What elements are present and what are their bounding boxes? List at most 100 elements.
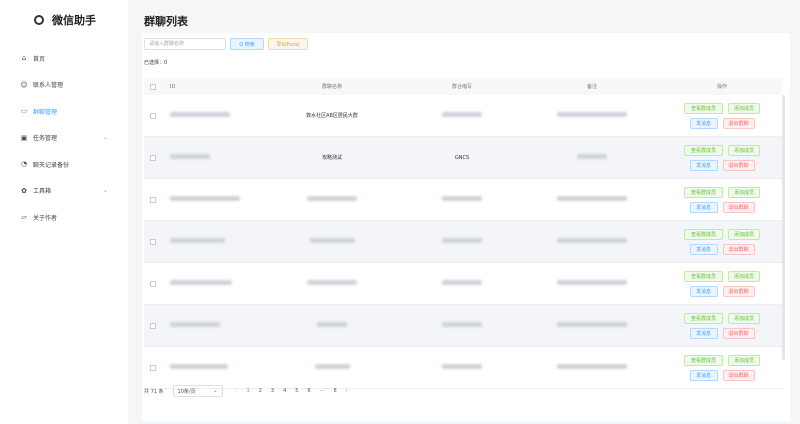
group-id-blurred — [170, 154, 210, 159]
quit-group-button[interactable]: 退出群聊 — [722, 159, 755, 171]
sidebar-item-5[interactable]: ✿ 工具箱 ⌄ — [20, 178, 112, 205]
sidebar-item-label: 聊天记录备份 — [33, 161, 70, 169]
table-row: 数水社区AB区居民大群 查看群成员 添加成员 发消息 退出群聊 — [144, 95, 782, 137]
sidebar-item-0[interactable]: ⌂ 首页 — [20, 45, 112, 72]
next-page-button[interactable]: › — [346, 388, 348, 394]
group-id-blurred — [170, 280, 232, 285]
send-message-button[interactable]: 发消息 — [689, 159, 718, 171]
page-1[interactable]: 2 — [259, 388, 262, 394]
chevron-down-icon: ⌄ — [213, 388, 218, 394]
add-member-button[interactable]: 添加成员 — [728, 144, 760, 156]
content-panel: 请输入群聊名称 Q 搜索 导出Excel 已选择：0 ID 群聊名称 群合缩写 … — [142, 33, 790, 421]
group-id-blurred — [170, 238, 225, 243]
remark-blurred — [557, 196, 627, 201]
page-3[interactable]: 4 — [283, 388, 286, 394]
page-7[interactable]: 8 — [333, 388, 336, 394]
table-scrollbar[interactable] — [782, 95, 785, 360]
header-abbr: 群合缩写 — [451, 84, 472, 90]
gear-icon: ✿ — [21, 186, 27, 195]
header-actions: 操作 — [716, 84, 727, 90]
sidebar-item-label: 关于作者 — [33, 214, 58, 222]
row-checkbox[interactable] — [150, 322, 156, 329]
group-name-blurred — [307, 196, 357, 201]
page-size-select[interactable]: 10条/页 ⌄ — [172, 385, 223, 397]
row-checkbox[interactable] — [150, 280, 156, 287]
add-member-button[interactable]: 添加成员 — [728, 186, 760, 198]
table-header: ID 群聊名称 群合缩写 备注 操作 — [144, 78, 782, 95]
send-message-button[interactable]: 发消息 — [689, 117, 718, 129]
quit-group-button[interactable]: 退出群聊 — [722, 243, 755, 255]
add-member-button[interactable]: 添加成员 — [728, 102, 760, 114]
total-count: 共 71 条 — [144, 388, 164, 395]
search-input[interactable]: 请输入群聊名称 — [144, 38, 226, 50]
main: 群聊列表 请输入群聊名称 Q 搜索 导出Excel 已选择：0 ID 群聊名称 … — [128, 0, 800, 424]
header-remark: 备注 — [586, 84, 597, 90]
sidebar-item-6[interactable]: ▱ 关于作者 — [20, 204, 112, 231]
home-icon: ⌂ — [21, 54, 27, 63]
sidebar-item-2[interactable]: ▭ 群聊管理 — [20, 98, 112, 125]
sidebar-item-4[interactable]: ◔ 聊天记录备份 — [20, 151, 112, 178]
view-members-button[interactable]: 查看群成员 — [684, 186, 723, 198]
send-message-button[interactable]: 发消息 — [689, 327, 718, 339]
page-6[interactable]: ··· — [320, 388, 325, 394]
send-message-button[interactable]: 发消息 — [689, 243, 718, 255]
table-row: 查看群成员 添加成员 发消息 退出群聊 — [144, 347, 782, 389]
sidebar: 微信助手 ⌂ 首页 ☺ 联系人管理 ▭ 群聊管理 ▣ 任务管理 ⌄ ◔ 聊天记录备份 ✿ 工具箱 ⌄ ▱ 关于… — [0, 0, 128, 424]
row-checkbox[interactable] — [150, 238, 156, 245]
group-table: ID 群聊名称 群合缩写 备注 操作 数水社区AB区居民大群 查看群成员 添加成员… — [144, 78, 782, 389]
info-icon: ▱ — [21, 213, 27, 222]
select-all-checkbox[interactable] — [150, 83, 156, 90]
app-logo: 微信助手 — [34, 12, 96, 28]
page-2[interactable]: 3 — [271, 388, 274, 394]
sidebar-item-label: 首页 — [33, 55, 46, 63]
search-button[interactable]: Q 搜索 — [230, 38, 264, 50]
export-excel-button[interactable]: 导出Excel — [268, 38, 308, 50]
view-members-button[interactable]: 查看群成员 — [684, 312, 723, 324]
chevron-down-icon: ⌄ — [102, 134, 108, 142]
remark-blurred — [557, 322, 627, 327]
row-checkbox[interactable] — [150, 154, 156, 161]
prev-page-button[interactable]: ‹ — [236, 388, 238, 394]
table-row: 攻略测试 GNCS 查看群成员 添加成员 发消息 退出群聊 — [144, 137, 782, 179]
add-member-button[interactable]: 添加成员 — [728, 354, 760, 366]
view-members-button[interactable]: 查看群成员 — [684, 354, 723, 366]
header-name: 群聊名称 — [321, 84, 342, 90]
quit-group-button[interactable]: 退出群聊 — [722, 117, 755, 129]
send-message-button[interactable]: 发消息 — [689, 201, 718, 213]
group-abbr-blurred — [442, 238, 482, 243]
page-5[interactable]: 6 — [307, 388, 310, 394]
group-abbr-blurred — [442, 112, 482, 117]
add-member-button[interactable]: 添加成员 — [728, 312, 760, 324]
row-checkbox[interactable] — [150, 364, 156, 371]
selected-count: 已选择：0 — [144, 60, 168, 66]
quit-group-button[interactable]: 退出群聊 — [722, 285, 755, 297]
row-checkbox[interactable] — [150, 196, 156, 203]
send-message-button[interactable]: 发消息 — [689, 285, 718, 297]
sidebar-item-1[interactable]: ☺ 联系人管理 — [20, 72, 112, 99]
headset-icon: ◔ — [20, 160, 28, 169]
header-id: ID — [170, 83, 176, 90]
group-abbr-blurred — [442, 280, 482, 285]
group-name-blurred — [307, 280, 357, 285]
logo-icon — [34, 15, 44, 25]
group-name: 数水社区AB区居民大群 — [306, 113, 358, 119]
quit-group-button[interactable]: 退出群聊 — [722, 369, 755, 381]
view-members-button[interactable]: 查看群成员 — [684, 270, 723, 282]
add-member-button[interactable]: 添加成员 — [728, 228, 760, 240]
app-title: 微信助手 — [52, 14, 96, 27]
add-member-button[interactable]: 添加成员 — [728, 270, 760, 282]
sidebar-item-3[interactable]: ▣ 任务管理 ⌄ — [20, 125, 112, 152]
quit-group-button[interactable]: 退出群聊 — [722, 201, 755, 213]
remark-blurred — [557, 112, 627, 117]
quit-group-button[interactable]: 退出群聊 — [722, 327, 755, 339]
page-0[interactable]: 1 — [247, 388, 250, 394]
row-checkbox[interactable] — [150, 112, 156, 119]
view-members-button[interactable]: 查看群成员 — [684, 144, 723, 156]
view-members-button[interactable]: 查看群成员 — [684, 102, 723, 114]
remark-blurred — [577, 154, 607, 159]
page-4[interactable]: 5 — [295, 388, 298, 394]
send-message-button[interactable]: 发消息 — [689, 369, 718, 381]
group-abbr: GNCS — [454, 154, 470, 161]
view-members-button[interactable]: 查看群成员 — [684, 228, 723, 240]
group-abbr-blurred — [442, 196, 482, 201]
